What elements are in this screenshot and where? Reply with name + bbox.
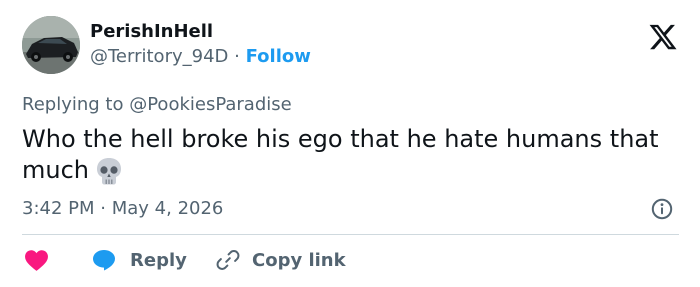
tweet-meta: 3:42 PM · May 4, 2026 <box>22 196 223 222</box>
speech-bubble-icon <box>92 249 116 271</box>
meta-separator: · <box>100 198 106 219</box>
divider <box>22 234 679 235</box>
like-button[interactable] <box>24 246 49 274</box>
tweet-time[interactable]: 3:42 PM <box>22 198 95 219</box>
avatar[interactable] <box>22 16 80 74</box>
copy-link-button[interactable]: Copy link <box>216 246 346 274</box>
tweet-date[interactable]: May 4, 2026 <box>112 198 224 219</box>
replying-to-label: Replying to <box>22 94 124 115</box>
user-info: PerishInHell @Territory_94D · Follow <box>90 20 311 70</box>
reply-button[interactable]: Reply <box>92 246 187 274</box>
handle-row: @Territory_94D · Follow <box>90 44 311 70</box>
reply-label: Reply <box>130 249 187 271</box>
x-logo-icon[interactable] <box>648 22 678 52</box>
reply-target-handle[interactable]: @PookiesParadise <box>129 94 292 115</box>
copy-link-label: Copy link <box>252 249 346 271</box>
skull-icon <box>95 156 123 194</box>
separator-dot: · <box>234 46 240 67</box>
heart-icon <box>24 249 49 272</box>
follow-button[interactable]: Follow <box>246 46 311 67</box>
tweet-body: Who the hell broke his ego that he hate … <box>22 124 682 194</box>
info-icon[interactable] <box>651 198 673 220</box>
link-icon <box>216 248 240 272</box>
tweet-header: PerishInHell @Territory_94D · Follow <box>22 16 682 78</box>
user-handle[interactable]: @Territory_94D <box>90 46 228 67</box>
display-name[interactable]: PerishInHell <box>90 20 311 44</box>
replying-to: Replying to @PookiesParadise <box>22 92 292 118</box>
